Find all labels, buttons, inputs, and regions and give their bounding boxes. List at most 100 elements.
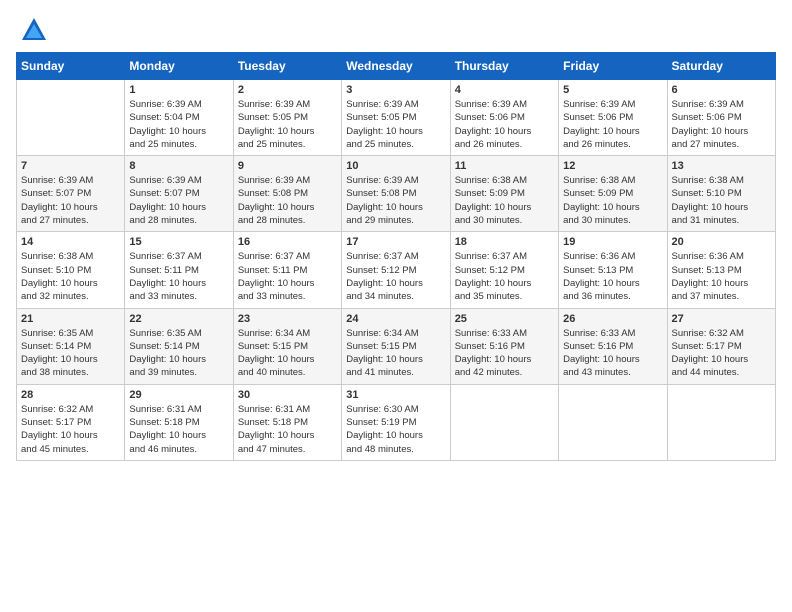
cell-info-text: Sunrise: 6:31 AM Sunset: 5:18 PM Dayligh… bbox=[238, 403, 337, 456]
calendar-cell: 24Sunrise: 6:34 AM Sunset: 5:15 PM Dayli… bbox=[342, 308, 450, 384]
calendar-week-row: 7 Sunrise: 6:39 AM Sunset: 5:07 PM Daylig… bbox=[17, 156, 776, 232]
cell-info-text: Sunrise: 6:30 AM Sunset: 5:19 PM Dayligh… bbox=[346, 403, 445, 456]
calendar-cell bbox=[667, 384, 775, 460]
header-friday: Friday bbox=[559, 53, 667, 80]
cell-info-text: Sunrise: 6:39 AM Sunset: 5:06 PM Dayligh… bbox=[563, 98, 662, 151]
cell-info-text: Sunrise: 6:37 AM Sunset: 5:11 PM Dayligh… bbox=[129, 250, 228, 303]
calendar-cell: 1Sunrise: 6:39 AM Sunset: 5:04 PM Daylig… bbox=[125, 80, 233, 156]
calendar-cell: 29 Sunrise: 6:31 AM Sunset: 5:18 PM Dayli… bbox=[125, 384, 233, 460]
cell-day-number: 31 bbox=[346, 389, 445, 401]
cell-day-number: 14 bbox=[21, 236, 120, 248]
calendar-cell bbox=[450, 384, 558, 460]
cell-info-text: Sunrise: 6:39 AM Sunset: 5:07 PM Dayligh… bbox=[129, 174, 228, 227]
logo-icon bbox=[20, 16, 48, 44]
calendar-cell: 4 Sunrise: 6:39 AM Sunset: 5:06 PM Daylig… bbox=[450, 80, 558, 156]
cell-day-number: 28 bbox=[21, 389, 120, 401]
calendar-cell: 8 Sunrise: 6:39 AM Sunset: 5:07 PM Daylig… bbox=[125, 156, 233, 232]
calendar-cell: 9Sunrise: 6:39 AM Sunset: 5:08 PM Daylig… bbox=[233, 156, 341, 232]
calendar-cell: 26Sunrise: 6:33 AM Sunset: 5:16 PM Dayli… bbox=[559, 308, 667, 384]
header-tuesday: Tuesday bbox=[233, 53, 341, 80]
calendar-cell: 30 Sunrise: 6:31 AM Sunset: 5:18 PM Dayli… bbox=[233, 384, 341, 460]
cell-info-text: Sunrise: 6:36 AM Sunset: 5:13 PM Dayligh… bbox=[563, 250, 662, 303]
calendar-cell: 25 Sunrise: 6:33 AM Sunset: 5:16 PM Dayli… bbox=[450, 308, 558, 384]
cell-info-text: Sunrise: 6:39 AM Sunset: 5:05 PM Dayligh… bbox=[238, 98, 337, 151]
cell-info-text: Sunrise: 6:39 AM Sunset: 5:06 PM Dayligh… bbox=[455, 98, 554, 151]
cell-day-number: 2 bbox=[238, 84, 337, 96]
calendar-cell: 3 Sunrise: 6:39 AM Sunset: 5:05 PM Daylig… bbox=[342, 80, 450, 156]
cell-info-text: Sunrise: 6:37 AM Sunset: 5:12 PM Dayligh… bbox=[346, 250, 445, 303]
calendar-week-row: 28 Sunrise: 6:32 AM Sunset: 5:17 PM Dayli… bbox=[17, 384, 776, 460]
cell-day-number: 17 bbox=[346, 236, 445, 248]
cell-info-text: Sunrise: 6:39 AM Sunset: 5:08 PM Dayligh… bbox=[238, 174, 337, 227]
calendar-cell: 23Sunrise: 6:34 AM Sunset: 5:15 PM Dayli… bbox=[233, 308, 341, 384]
header-saturday: Saturday bbox=[667, 53, 775, 80]
calendar-cell bbox=[559, 384, 667, 460]
header-thursday: Thursday bbox=[450, 53, 558, 80]
calendar-cell: 31 Sunrise: 6:30 AM Sunset: 5:19 PM Dayli… bbox=[342, 384, 450, 460]
cell-info-text: Sunrise: 6:38 AM Sunset: 5:09 PM Dayligh… bbox=[563, 174, 662, 227]
cell-info-text: Sunrise: 6:35 AM Sunset: 5:14 PM Dayligh… bbox=[21, 327, 120, 380]
cell-info-text: Sunrise: 6:35 AM Sunset: 5:14 PM Dayligh… bbox=[129, 327, 228, 380]
cell-info-text: Sunrise: 6:32 AM Sunset: 5:17 PM Dayligh… bbox=[21, 403, 120, 456]
cell-info-text: Sunrise: 6:39 AM Sunset: 5:06 PM Dayligh… bbox=[672, 98, 771, 151]
calendar-cell: 27 Sunrise: 6:32 AM Sunset: 5:17 PM Dayli… bbox=[667, 308, 775, 384]
cell-info-text: Sunrise: 6:32 AM Sunset: 5:17 PM Dayligh… bbox=[672, 327, 771, 380]
calendar-table: SundayMondayTuesdayWednesdayThursdayFrid… bbox=[16, 52, 776, 461]
cell-day-number: 4 bbox=[455, 84, 554, 96]
cell-day-number: 12 bbox=[563, 160, 662, 172]
cell-day-number: 6 bbox=[672, 84, 771, 96]
cell-info-text: Sunrise: 6:38 AM Sunset: 5:09 PM Dayligh… bbox=[455, 174, 554, 227]
cell-info-text: Sunrise: 6:34 AM Sunset: 5:15 PM Dayligh… bbox=[238, 327, 337, 380]
cell-day-number: 11 bbox=[455, 160, 554, 172]
cell-info-text: Sunrise: 6:36 AM Sunset: 5:13 PM Dayligh… bbox=[672, 250, 771, 303]
cell-day-number: 19 bbox=[563, 236, 662, 248]
cell-info-text: Sunrise: 6:39 AM Sunset: 5:04 PM Dayligh… bbox=[129, 98, 228, 151]
cell-day-number: 21 bbox=[21, 313, 120, 325]
calendar-cell: 12 Sunrise: 6:38 AM Sunset: 5:09 PM Dayli… bbox=[559, 156, 667, 232]
cell-day-number: 20 bbox=[672, 236, 771, 248]
calendar-cell: 14 Sunrise: 6:38 AM Sunset: 5:10 PM Dayli… bbox=[17, 232, 125, 308]
calendar-cell: 22 Sunrise: 6:35 AM Sunset: 5:14 PM Dayli… bbox=[125, 308, 233, 384]
cell-day-number: 3 bbox=[346, 84, 445, 96]
calendar-cell: 16 Sunrise: 6:37 AM Sunset: 5:11 PM Dayli… bbox=[233, 232, 341, 308]
cell-info-text: Sunrise: 6:31 AM Sunset: 5:18 PM Dayligh… bbox=[129, 403, 228, 456]
cell-info-text: Sunrise: 6:39 AM Sunset: 5:08 PM Dayligh… bbox=[346, 174, 445, 227]
cell-day-number: 16 bbox=[238, 236, 337, 248]
calendar-week-row: 14 Sunrise: 6:38 AM Sunset: 5:10 PM Dayli… bbox=[17, 232, 776, 308]
cell-day-number: 15 bbox=[129, 236, 228, 248]
calendar-cell: 18Sunrise: 6:37 AM Sunset: 5:12 PM Dayli… bbox=[450, 232, 558, 308]
calendar-cell: 11 Sunrise: 6:38 AM Sunset: 5:09 PM Dayli… bbox=[450, 156, 558, 232]
calendar-cell: 5Sunrise: 6:39 AM Sunset: 5:06 PM Daylig… bbox=[559, 80, 667, 156]
cell-day-number: 25 bbox=[455, 313, 554, 325]
calendar-cell: 19 Sunrise: 6:36 AM Sunset: 5:13 PM Dayli… bbox=[559, 232, 667, 308]
calendar-cell: 17 Sunrise: 6:37 AM Sunset: 5:12 PM Dayli… bbox=[342, 232, 450, 308]
calendar-cell: 20 Sunrise: 6:36 AM Sunset: 5:13 PM Dayli… bbox=[667, 232, 775, 308]
cell-day-number: 22 bbox=[129, 313, 228, 325]
cell-info-text: Sunrise: 6:39 AM Sunset: 5:05 PM Dayligh… bbox=[346, 98, 445, 151]
cell-day-number: 13 bbox=[672, 160, 771, 172]
calendar-cell: 21 Sunrise: 6:35 AM Sunset: 5:14 PM Dayli… bbox=[17, 308, 125, 384]
cell-info-text: Sunrise: 6:37 AM Sunset: 5:11 PM Dayligh… bbox=[238, 250, 337, 303]
calendar-cell bbox=[17, 80, 125, 156]
page-header bbox=[16, 16, 776, 44]
calendar-cell: 15 Sunrise: 6:37 AM Sunset: 5:11 PM Dayli… bbox=[125, 232, 233, 308]
cell-info-text: Sunrise: 6:33 AM Sunset: 5:16 PM Dayligh… bbox=[455, 327, 554, 380]
header-wednesday: Wednesday bbox=[342, 53, 450, 80]
cell-info-text: Sunrise: 6:38 AM Sunset: 5:10 PM Dayligh… bbox=[21, 250, 120, 303]
calendar-cell: 13 Sunrise: 6:38 AM Sunset: 5:10 PM Dayli… bbox=[667, 156, 775, 232]
cell-day-number: 30 bbox=[238, 389, 337, 401]
calendar-cell: 7 Sunrise: 6:39 AM Sunset: 5:07 PM Daylig… bbox=[17, 156, 125, 232]
calendar-cell: 10Sunrise: 6:39 AM Sunset: 5:08 PM Dayli… bbox=[342, 156, 450, 232]
cell-day-number: 18 bbox=[455, 236, 554, 248]
cell-info-text: Sunrise: 6:34 AM Sunset: 5:15 PM Dayligh… bbox=[346, 327, 445, 380]
cell-info-text: Sunrise: 6:39 AM Sunset: 5:07 PM Dayligh… bbox=[21, 174, 120, 227]
cell-day-number: 8 bbox=[129, 160, 228, 172]
calendar-week-row: 21 Sunrise: 6:35 AM Sunset: 5:14 PM Dayli… bbox=[17, 308, 776, 384]
cell-day-number: 29 bbox=[129, 389, 228, 401]
calendar-cell: 2 Sunrise: 6:39 AM Sunset: 5:05 PM Daylig… bbox=[233, 80, 341, 156]
cell-day-number: 27 bbox=[672, 313, 771, 325]
cell-info-text: Sunrise: 6:33 AM Sunset: 5:16 PM Dayligh… bbox=[563, 327, 662, 380]
cell-info-text: Sunrise: 6:38 AM Sunset: 5:10 PM Dayligh… bbox=[672, 174, 771, 227]
calendar-header-row: SundayMondayTuesdayWednesdayThursdayFrid… bbox=[17, 53, 776, 80]
cell-day-number: 7 bbox=[21, 160, 120, 172]
